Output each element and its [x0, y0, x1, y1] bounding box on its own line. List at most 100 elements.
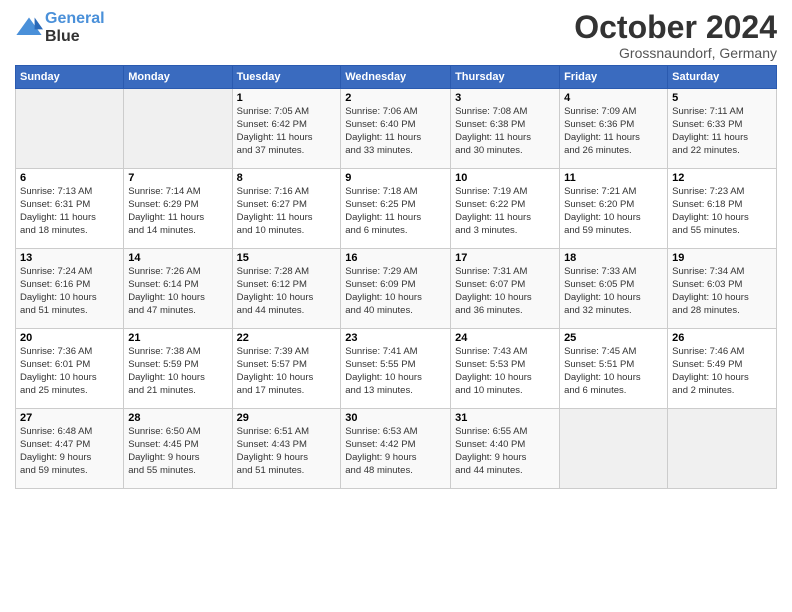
calendar-cell: 10 Sunrise: 7:19 AM Sunset: 6:22 PM Dayli…	[451, 169, 560, 249]
day-number: 28	[128, 412, 227, 424]
day-info: Sunrise: 7:33 AM Sunset: 6:05 PM Dayligh…	[564, 266, 663, 317]
day-info: Sunrise: 7:16 AM Sunset: 6:27 PM Dayligh…	[237, 186, 337, 237]
day-number: 11	[564, 172, 663, 184]
day-number: 24	[455, 332, 555, 344]
day-info: Sunrise: 7:06 AM Sunset: 6:40 PM Dayligh…	[345, 106, 446, 157]
calendar-cell: 13 Sunrise: 7:24 AM Sunset: 6:16 PM Dayli…	[16, 249, 124, 329]
day-info: Sunrise: 7:34 AM Sunset: 6:03 PM Dayligh…	[672, 266, 772, 317]
calendar-cell: 9 Sunrise: 7:18 AM Sunset: 6:25 PM Daylig…	[341, 169, 451, 249]
calendar-cell: 30 Sunrise: 6:53 AM Sunset: 4:42 PM Dayli…	[341, 409, 451, 489]
day-info: Sunrise: 6:48 AM Sunset: 4:47 PM Dayligh…	[20, 426, 119, 477]
day-info: Sunrise: 7:05 AM Sunset: 6:42 PM Dayligh…	[237, 106, 337, 157]
day-info: Sunrise: 7:41 AM Sunset: 5:55 PM Dayligh…	[345, 346, 446, 397]
calendar-cell: 21 Sunrise: 7:38 AM Sunset: 5:59 PM Dayli…	[124, 329, 232, 409]
calendar-cell: 1 Sunrise: 7:05 AM Sunset: 6:42 PM Daylig…	[232, 89, 341, 169]
day-number: 12	[672, 172, 772, 184]
calendar-cell: 20 Sunrise: 7:36 AM Sunset: 6:01 PM Dayli…	[16, 329, 124, 409]
weekday-header-thursday: Thursday	[451, 66, 560, 89]
day-info: Sunrise: 7:43 AM Sunset: 5:53 PM Dayligh…	[455, 346, 555, 397]
calendar-table: SundayMondayTuesdayWednesdayThursdayFrid…	[15, 65, 777, 489]
calendar-cell: 8Sunrise: 7:16 AM Sunset: 6:27 PM Daylig…	[232, 169, 341, 249]
day-number: 18	[564, 252, 663, 264]
day-info: Sunrise: 6:55 AM Sunset: 4:40 PM Dayligh…	[455, 426, 555, 477]
day-number: 7	[128, 172, 227, 184]
calendar-cell: 2Sunrise: 7:06 AM Sunset: 6:40 PM Daylig…	[341, 89, 451, 169]
day-number: 27	[20, 412, 119, 424]
weekday-header-row: SundayMondayTuesdayWednesdayThursdayFrid…	[16, 66, 777, 89]
month-title: October 2024	[574, 10, 777, 45]
weekday-header-tuesday: Tuesday	[232, 66, 341, 89]
day-number: 21	[128, 332, 227, 344]
day-number: 20	[20, 332, 119, 344]
day-info: Sunrise: 7:21 AM Sunset: 6:20 PM Dayligh…	[564, 186, 663, 237]
day-number: 29	[237, 412, 337, 424]
day-info: Sunrise: 7:08 AM Sunset: 6:38 PM Dayligh…	[455, 106, 555, 157]
day-number: 19	[672, 252, 772, 264]
day-number: 5	[672, 92, 772, 104]
day-info: Sunrise: 7:23 AM Sunset: 6:18 PM Dayligh…	[672, 186, 772, 237]
day-number: 14	[128, 252, 227, 264]
calendar-cell: 15Sunrise: 7:28 AM Sunset: 6:12 PM Dayli…	[232, 249, 341, 329]
calendar-cell: 26 Sunrise: 7:46 AM Sunset: 5:49 PM Dayli…	[668, 329, 777, 409]
calendar-week-4: 20 Sunrise: 7:36 AM Sunset: 6:01 PM Dayli…	[16, 329, 777, 409]
logo-icon	[15, 14, 43, 42]
page-container: General Blue October 2024 Grossnaundorf,…	[0, 0, 792, 494]
day-info: Sunrise: 7:46 AM Sunset: 5:49 PM Dayligh…	[672, 346, 772, 397]
day-info: Sunrise: 6:53 AM Sunset: 4:42 PM Dayligh…	[345, 426, 446, 477]
day-number: 13	[20, 252, 119, 264]
calendar-week-2: 6Sunrise: 7:13 AM Sunset: 6:31 PM Daylig…	[16, 169, 777, 249]
day-info: Sunrise: 7:19 AM Sunset: 6:22 PM Dayligh…	[455, 186, 555, 237]
day-info: Sunrise: 7:36 AM Sunset: 6:01 PM Dayligh…	[20, 346, 119, 397]
calendar-cell: 12 Sunrise: 7:23 AM Sunset: 6:18 PM Dayli…	[668, 169, 777, 249]
logo: General Blue	[15, 10, 105, 45]
logo-text: General Blue	[45, 10, 105, 45]
day-number: 4	[564, 92, 663, 104]
calendar-cell: 31 Sunrise: 6:55 AM Sunset: 4:40 PM Dayli…	[451, 409, 560, 489]
day-number: 26	[672, 332, 772, 344]
day-number: 3	[455, 92, 555, 104]
day-info: Sunrise: 7:11 AM Sunset: 6:33 PM Dayligh…	[672, 106, 772, 157]
calendar-cell: 19 Sunrise: 7:34 AM Sunset: 6:03 PM Dayli…	[668, 249, 777, 329]
day-number: 17	[455, 252, 555, 264]
calendar-cell: 7Sunrise: 7:14 AM Sunset: 6:29 PM Daylig…	[124, 169, 232, 249]
calendar-cell: 11 Sunrise: 7:21 AM Sunset: 6:20 PM Dayli…	[560, 169, 668, 249]
day-number: 9	[345, 172, 446, 184]
day-info: Sunrise: 7:29 AM Sunset: 6:09 PM Dayligh…	[345, 266, 446, 317]
location-subtitle: Grossnaundorf, Germany	[574, 45, 777, 61]
weekday-header-friday: Friday	[560, 66, 668, 89]
calendar-cell: 6Sunrise: 7:13 AM Sunset: 6:31 PM Daylig…	[16, 169, 124, 249]
day-info: Sunrise: 7:09 AM Sunset: 6:36 PM Dayligh…	[564, 106, 663, 157]
day-info: Sunrise: 7:24 AM Sunset: 6:16 PM Dayligh…	[20, 266, 119, 317]
day-number: 25	[564, 332, 663, 344]
header: General Blue October 2024 Grossnaundorf,…	[15, 10, 777, 61]
calendar-week-5: 27 Sunrise: 6:48 AM Sunset: 4:47 PM Dayli…	[16, 409, 777, 489]
day-number: 22	[237, 332, 337, 344]
day-number: 23	[345, 332, 446, 344]
day-number: 10	[455, 172, 555, 184]
day-number: 15	[237, 252, 337, 264]
calendar-cell: 4 Sunrise: 7:09 AM Sunset: 6:36 PM Daylig…	[560, 89, 668, 169]
calendar-week-3: 13 Sunrise: 7:24 AM Sunset: 6:16 PM Dayli…	[16, 249, 777, 329]
day-info: Sunrise: 7:26 AM Sunset: 6:14 PM Dayligh…	[128, 266, 227, 317]
title-section: October 2024 Grossnaundorf, Germany	[574, 10, 777, 61]
day-info: Sunrise: 7:31 AM Sunset: 6:07 PM Dayligh…	[455, 266, 555, 317]
weekday-header-monday: Monday	[124, 66, 232, 89]
day-number: 1	[237, 92, 337, 104]
calendar-cell	[16, 89, 124, 169]
weekday-header-wednesday: Wednesday	[341, 66, 451, 89]
calendar-cell: 24 Sunrise: 7:43 AM Sunset: 5:53 PM Dayli…	[451, 329, 560, 409]
day-info: Sunrise: 7:38 AM Sunset: 5:59 PM Dayligh…	[128, 346, 227, 397]
calendar-cell: 29Sunrise: 6:51 AM Sunset: 4:43 PM Dayli…	[232, 409, 341, 489]
calendar-cell	[124, 89, 232, 169]
calendar-cell: 28 Sunrise: 6:50 AM Sunset: 4:45 PM Dayli…	[124, 409, 232, 489]
day-info: Sunrise: 7:39 AM Sunset: 5:57 PM Dayligh…	[237, 346, 337, 397]
day-number: 30	[345, 412, 446, 424]
day-info: Sunrise: 7:45 AM Sunset: 5:51 PM Dayligh…	[564, 346, 663, 397]
calendar-cell	[668, 409, 777, 489]
calendar-week-1: 1 Sunrise: 7:05 AM Sunset: 6:42 PM Daylig…	[16, 89, 777, 169]
calendar-cell	[560, 409, 668, 489]
day-info: Sunrise: 7:18 AM Sunset: 6:25 PM Dayligh…	[345, 186, 446, 237]
day-number: 31	[455, 412, 555, 424]
calendar-cell: 16Sunrise: 7:29 AM Sunset: 6:09 PM Dayli…	[341, 249, 451, 329]
day-info: Sunrise: 6:50 AM Sunset: 4:45 PM Dayligh…	[128, 426, 227, 477]
